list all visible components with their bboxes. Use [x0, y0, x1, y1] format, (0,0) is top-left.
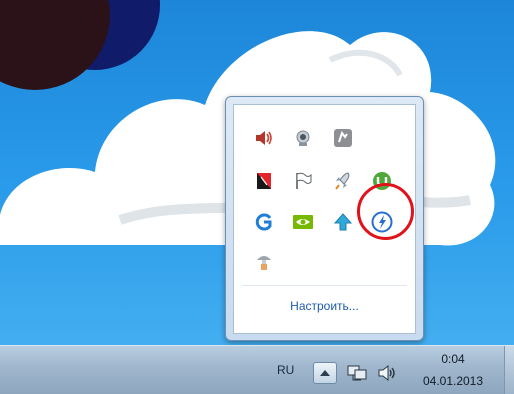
action-center-flag-icon[interactable]	[292, 170, 314, 192]
volume-icon[interactable]	[377, 363, 399, 383]
nvidia-icon[interactable]	[292, 211, 314, 233]
taskbar: RU 0:04 04.01.2013	[0, 345, 514, 394]
clock-date[interactable]: 04.01.2013	[408, 374, 498, 388]
customize-link[interactable]: Настроить...	[234, 299, 415, 313]
clock-time[interactable]: 0:04	[408, 352, 498, 366]
show-hidden-icons-button[interactable]	[313, 362, 337, 384]
webcam-icon[interactable]	[292, 127, 314, 149]
flyout-divider	[242, 285, 407, 286]
upload-arrow-icon[interactable]	[332, 211, 354, 233]
speaker-muted-icon[interactable]	[253, 127, 275, 149]
phone-app-icon[interactable]	[332, 127, 354, 149]
rocket-icon[interactable]	[332, 170, 354, 192]
language-indicator[interactable]: RU	[277, 363, 294, 377]
show-desktop-button[interactable]	[504, 346, 514, 394]
mushroom-hand-icon[interactable]	[253, 250, 275, 272]
chevron-up-icon	[320, 370, 330, 376]
kaspersky-icon[interactable]	[253, 170, 275, 192]
network-icon[interactable]	[346, 363, 368, 383]
highlight-annotation-circle	[357, 183, 414, 240]
g-app-icon[interactable]	[253, 211, 275, 233]
